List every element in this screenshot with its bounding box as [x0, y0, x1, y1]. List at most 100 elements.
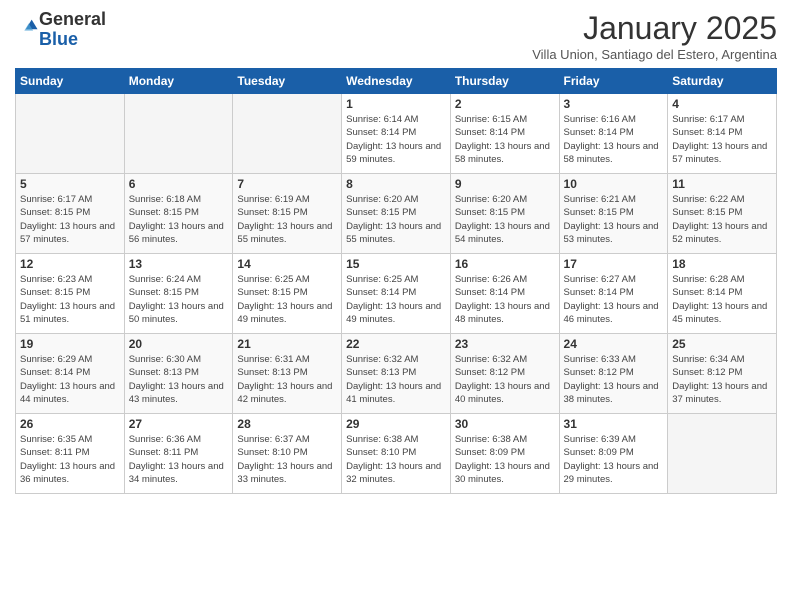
location-subtitle: Villa Union, Santiago del Estero, Argent… — [532, 47, 777, 62]
calendar-header-row: Sunday Monday Tuesday Wednesday Thursday… — [16, 69, 777, 94]
calendar-cell: 24 Sunrise: 6:33 AM Sunset: 8:12 PM Dayli… — [559, 334, 668, 414]
day-info: Sunrise: 6:17 AM Sunset: 8:14 PM Dayligh… — [672, 113, 772, 166]
day-info: Sunrise: 6:37 AM Sunset: 8:10 PM Dayligh… — [237, 433, 337, 486]
calendar-cell: 7Sunrise: 6:19 AM Sunset: 8:15 PM Daylig… — [233, 174, 342, 254]
day-number: 6 — [129, 177, 229, 191]
month-title: January 2025 — [532, 10, 777, 47]
day-info: Sunrise: 6:23 AM Sunset: 8:15 PM Dayligh… — [20, 273, 120, 326]
calendar-cell: 22Sunrise: 6:32 AM Sunset: 8:13 PM Dayli… — [342, 334, 451, 414]
day-info: Sunrise: 6:38 AM Sunset: 8:10 PM Dayligh… — [346, 433, 446, 486]
calendar-cell: 31Sunrise: 6:39 AM Sunset: 8:09 PM Dayli… — [559, 414, 668, 494]
day-info: Sunrise: 6:25 AM Sunset: 8:14 PM Dayligh… — [346, 273, 446, 326]
day-info: Sunrise: 6:35 AM Sunset: 8:11 PM Dayligh… — [20, 433, 120, 486]
calendar-cell: 14Sunrise: 6:25 AM Sunset: 8:15 PM Dayli… — [233, 254, 342, 334]
day-number: 4 — [672, 97, 772, 111]
day-info: Sunrise: 6:26 AM Sunset: 8:14 PM Dayligh… — [455, 273, 555, 326]
day-info: Sunrise: 6:36 AM Sunset: 8:11 PM Dayligh… — [129, 433, 229, 486]
day-info: Sunrise: 6:39 AM Sunset: 8:09 PM Dayligh… — [564, 433, 664, 486]
calendar-cell: 29 Sunrise: 6:38 AM Sunset: 8:10 PM Dayli… — [342, 414, 451, 494]
calendar-cell: 20 Sunrise: 6:30 AM Sunset: 8:13 PM Dayli… — [124, 334, 233, 414]
calendar-cell: 25 Sunrise: 6:34 AM Sunset: 8:12 PM Dayli… — [668, 334, 777, 414]
col-monday: Monday — [124, 69, 233, 94]
day-info: Sunrise: 6:24 AM Sunset: 8:15 PM Dayligh… — [129, 273, 229, 326]
day-info: Sunrise: 6:19 AM Sunset: 8:15 PM Dayligh… — [237, 193, 337, 246]
calendar-cell: 4 Sunrise: 6:17 AM Sunset: 8:14 PM Daylig… — [668, 94, 777, 174]
day-info: Sunrise: 6:18 AM Sunset: 8:15 PM Dayligh… — [129, 193, 229, 246]
day-info: Sunrise: 6:25 AM Sunset: 8:15 PM Dayligh… — [237, 273, 337, 326]
col-thursday: Thursday — [450, 69, 559, 94]
calendar-cell — [668, 414, 777, 494]
day-number: 9 — [455, 177, 555, 191]
day-info: Sunrise: 6:31 AM Sunset: 8:13 PM Dayligh… — [237, 353, 337, 406]
day-info: Sunrise: 6:30 AM Sunset: 8:13 PM Dayligh… — [129, 353, 229, 406]
calendar-cell: 8 Sunrise: 6:20 AM Sunset: 8:15 PM Daylig… — [342, 174, 451, 254]
logo-blue-text: Blue — [39, 29, 78, 49]
day-number: 25 — [672, 337, 772, 351]
day-info: Sunrise: 6:16 AM Sunset: 8:14 PM Dayligh… — [564, 113, 664, 166]
calendar-week-row: 12 Sunrise: 6:23 AM Sunset: 8:15 PM Dayli… — [16, 254, 777, 334]
day-info: Sunrise: 6:33 AM Sunset: 8:12 PM Dayligh… — [564, 353, 664, 406]
day-number: 27 — [129, 417, 229, 431]
day-number: 11 — [672, 177, 772, 191]
calendar-cell: 28 Sunrise: 6:37 AM Sunset: 8:10 PM Dayli… — [233, 414, 342, 494]
calendar-cell: 9 Sunrise: 6:20 AM Sunset: 8:15 PM Daylig… — [450, 174, 559, 254]
calendar-cell: 26Sunrise: 6:35 AM Sunset: 8:11 PM Dayli… — [16, 414, 125, 494]
day-number: 15 — [346, 257, 446, 271]
col-saturday: Saturday — [668, 69, 777, 94]
calendar-week-row: 5 Sunrise: 6:17 AM Sunset: 8:15 PM Daylig… — [16, 174, 777, 254]
day-number: 29 — [346, 417, 446, 431]
day-number: 13 — [129, 257, 229, 271]
calendar-cell: 3 Sunrise: 6:16 AM Sunset: 8:14 PM Daylig… — [559, 94, 668, 174]
day-info: Sunrise: 6:17 AM Sunset: 8:15 PM Dayligh… — [20, 193, 120, 246]
logo: General Blue — [15, 10, 106, 50]
day-info: Sunrise: 6:21 AM Sunset: 8:15 PM Dayligh… — [564, 193, 664, 246]
calendar-cell: 19Sunrise: 6:29 AM Sunset: 8:14 PM Dayli… — [16, 334, 125, 414]
day-number: 19 — [20, 337, 120, 351]
day-number: 18 — [672, 257, 772, 271]
day-number: 16 — [455, 257, 555, 271]
calendar-week-row: 19Sunrise: 6:29 AM Sunset: 8:14 PM Dayli… — [16, 334, 777, 414]
col-sunday: Sunday — [16, 69, 125, 94]
day-number: 21 — [237, 337, 337, 351]
day-number: 1 — [346, 97, 446, 111]
day-info: Sunrise: 6:22 AM Sunset: 8:15 PM Dayligh… — [672, 193, 772, 246]
day-number: 10 — [564, 177, 664, 191]
day-number: 23 — [455, 337, 555, 351]
calendar-cell: 30Sunrise: 6:38 AM Sunset: 8:09 PM Dayli… — [450, 414, 559, 494]
day-info: Sunrise: 6:27 AM Sunset: 8:14 PM Dayligh… — [564, 273, 664, 326]
day-number: 24 — [564, 337, 664, 351]
day-info: Sunrise: 6:34 AM Sunset: 8:12 PM Dayligh… — [672, 353, 772, 406]
calendar-cell: 11 Sunrise: 6:22 AM Sunset: 8:15 PM Dayli… — [668, 174, 777, 254]
day-info: Sunrise: 6:14 AM Sunset: 8:14 PM Dayligh… — [346, 113, 446, 166]
calendar-cell: 17Sunrise: 6:27 AM Sunset: 8:14 PM Dayli… — [559, 254, 668, 334]
day-number: 8 — [346, 177, 446, 191]
calendar-cell — [233, 94, 342, 174]
day-info: Sunrise: 6:20 AM Sunset: 8:15 PM Dayligh… — [346, 193, 446, 246]
calendar-cell: 15 Sunrise: 6:25 AM Sunset: 8:14 PM Dayli… — [342, 254, 451, 334]
logo-icon — [17, 16, 39, 38]
day-number: 3 — [564, 97, 664, 111]
calendar-cell — [16, 94, 125, 174]
col-wednesday: Wednesday — [342, 69, 451, 94]
day-info: Sunrise: 6:20 AM Sunset: 8:15 PM Dayligh… — [455, 193, 555, 246]
day-info: Sunrise: 6:28 AM Sunset: 8:14 PM Dayligh… — [672, 273, 772, 326]
title-block: January 2025 Villa Union, Santiago del E… — [532, 10, 777, 62]
calendar-cell — [124, 94, 233, 174]
calendar-week-row: 1 Sunrise: 6:14 AM Sunset: 8:14 PM Daylig… — [16, 94, 777, 174]
calendar-cell: 18 Sunrise: 6:28 AM Sunset: 8:14 PM Dayli… — [668, 254, 777, 334]
logo-general-text: General — [39, 9, 106, 29]
day-number: 20 — [129, 337, 229, 351]
page: General Blue January 2025 Villa Union, S… — [0, 0, 792, 612]
calendar-cell: 1 Sunrise: 6:14 AM Sunset: 8:14 PM Daylig… — [342, 94, 451, 174]
calendar-cell: 2Sunrise: 6:15 AM Sunset: 8:14 PM Daylig… — [450, 94, 559, 174]
header: General Blue January 2025 Villa Union, S… — [15, 10, 777, 62]
day-info: Sunrise: 6:32 AM Sunset: 8:13 PM Dayligh… — [346, 353, 446, 406]
day-number: 12 — [20, 257, 120, 271]
day-number: 28 — [237, 417, 337, 431]
calendar-cell: 13 Sunrise: 6:24 AM Sunset: 8:15 PM Dayli… — [124, 254, 233, 334]
day-number: 2 — [455, 97, 555, 111]
calendar-cell: 16 Sunrise: 6:26 AM Sunset: 8:14 PM Dayli… — [450, 254, 559, 334]
day-number: 5 — [20, 177, 120, 191]
calendar-week-row: 26Sunrise: 6:35 AM Sunset: 8:11 PM Dayli… — [16, 414, 777, 494]
calendar-table: Sunday Monday Tuesday Wednesday Thursday… — [15, 68, 777, 494]
